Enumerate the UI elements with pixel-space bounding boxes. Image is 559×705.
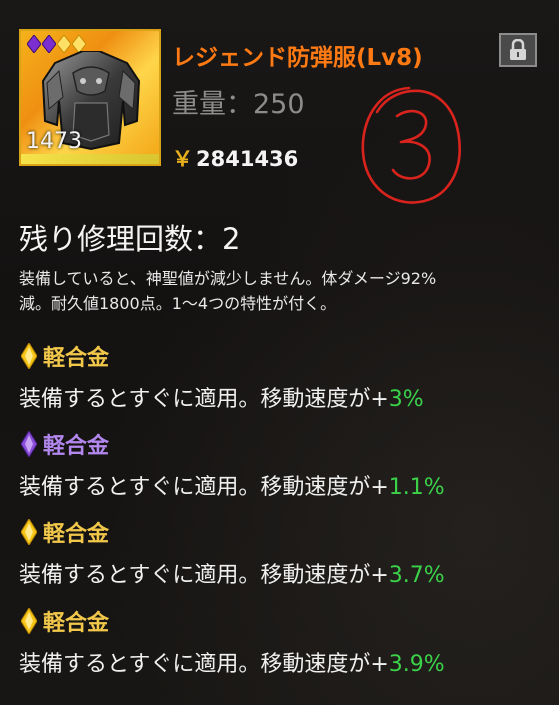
trait-name: 軽合金 <box>43 611 110 636</box>
lock-icon <box>510 39 526 60</box>
yen-icon: ￥ <box>172 147 193 171</box>
item-price: ￥ 2841436 <box>172 143 298 173</box>
trait-title: 軽合金 <box>21 516 109 548</box>
trait-effect: 装備するとすぐに適用。移動速度が+3% <box>19 381 424 413</box>
trait-effect-value: 3.7% <box>388 563 445 588</box>
handwritten-circled-number: ③ <box>361 86 461 204</box>
diamond-gem-icon <box>21 519 37 545</box>
trait-name: 軽合金 <box>43 346 110 371</box>
weight-value: 250 <box>253 89 305 120</box>
description-line: 減。耐久値1800点。1～4つの特性が付く。 <box>19 294 337 313</box>
repair-label: 残り修理回数： <box>19 222 223 256</box>
item-number: 1473 <box>26 129 82 154</box>
weight-label: 重量： <box>172 89 253 120</box>
trait-effect: 装備するとすぐに適用。移動速度が+1.1% <box>19 469 445 501</box>
item-icon-frame[interactable]: 1473 <box>19 29 161 166</box>
diamond-gem-icon <box>21 343 37 369</box>
diamond-gem-icon <box>21 431 37 457</box>
item-level-bar <box>21 154 159 164</box>
trait-name: 軽合金 <box>43 522 110 547</box>
trait-effect-value: 3.9% <box>388 652 445 677</box>
trait-effect-text: 装備するとすぐに適用。移動速度が+ <box>19 475 389 500</box>
price-value: 2841436 <box>196 147 299 171</box>
trait-title: 軽合金 <box>21 428 109 460</box>
trait-effect-text: 装備するとすぐに適用。移動速度が+ <box>19 387 389 412</box>
trait-effect: 装備するとすぐに適用。移動速度が+3.9% <box>19 646 445 678</box>
trait-effect-text: 装備するとすぐに適用。移動速度が+ <box>19 652 389 677</box>
repair-count: 残り修理回数：2 <box>19 216 240 258</box>
trait-title: 軽合金 <box>21 605 109 637</box>
repair-value: 2 <box>222 222 241 256</box>
diamond-gem-icon <box>21 608 37 634</box>
item-name: レジェンド防弾服(Lv8) <box>172 45 423 71</box>
item-weight: 重量：250 <box>172 82 305 121</box>
trait-effect-value: 3% <box>388 387 424 412</box>
item-description: 装備していると、神聖値が減少しません。体ダメージ92% 減。耐久値1800点。1… <box>19 266 539 316</box>
description-line: 装備していると、神聖値が減少しません。体ダメージ92% <box>19 269 437 288</box>
item-tooltip-panel: 1473 レジェンド防弾服(Lv8) 重量：250 ￥2841436 ③ 残り修… <box>0 0 559 705</box>
trait-name: 軽合金 <box>43 434 110 459</box>
trait-title: 軽合金 <box>21 340 109 372</box>
trait-effect-text: 装備するとすぐに適用。移動速度が+ <box>19 563 389 588</box>
lock-button[interactable] <box>499 33 537 67</box>
trait-effect-value: 1.1% <box>388 475 445 500</box>
trait-effect: 装備するとすぐに適用。移動速度が+3.7% <box>19 557 445 589</box>
